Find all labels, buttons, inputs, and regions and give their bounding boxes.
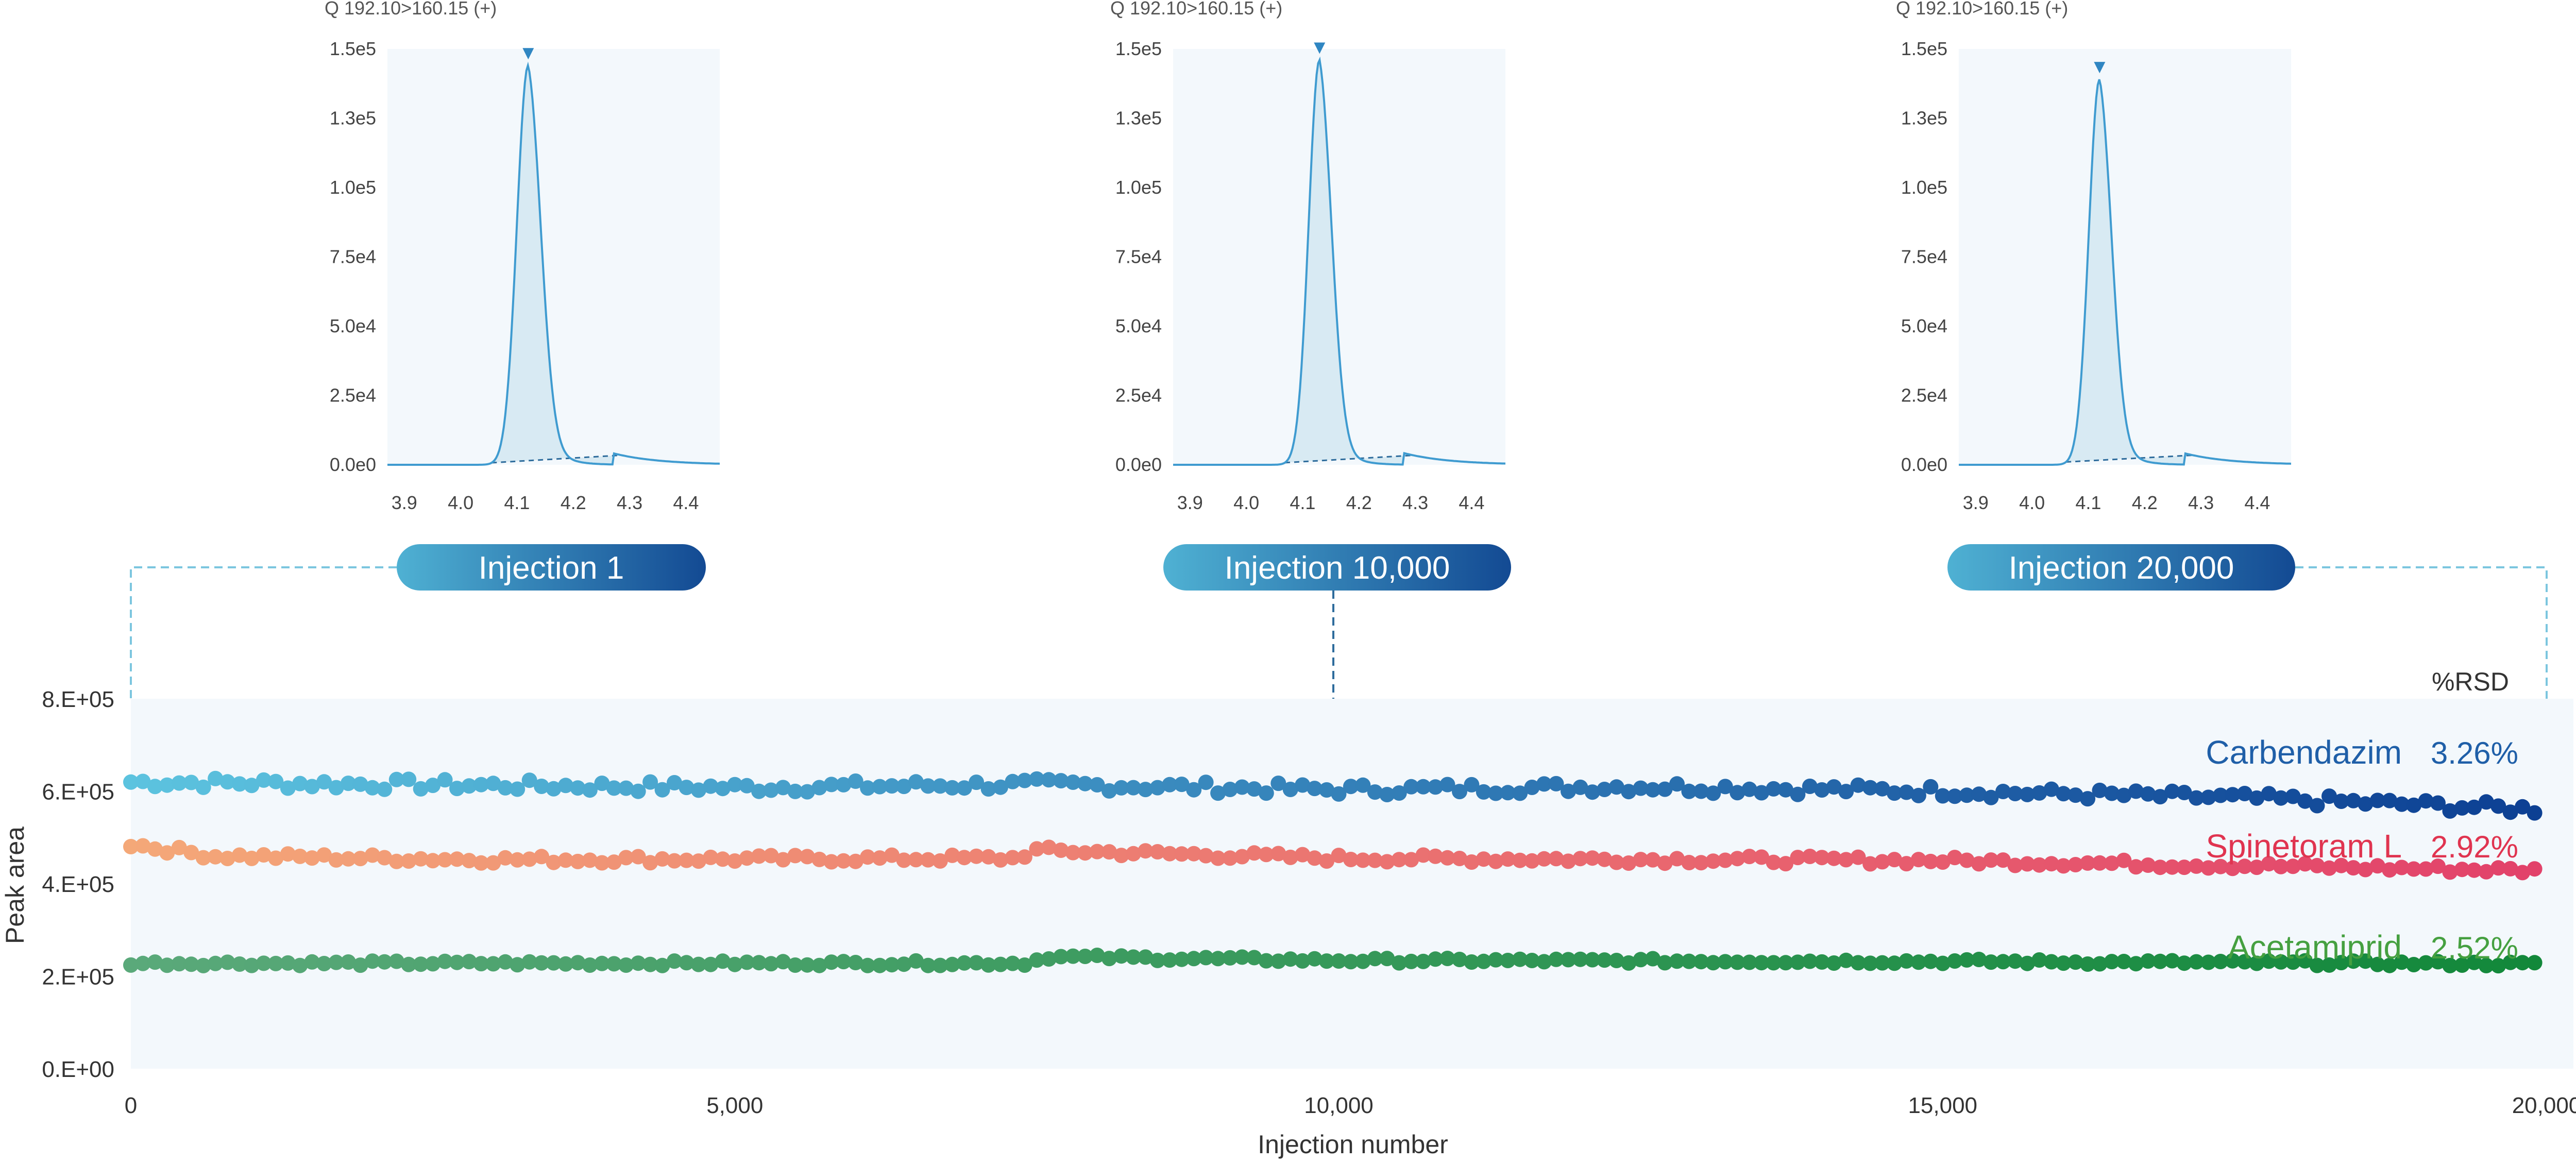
peak-area-scatter-chart: Peak area Injection number %RSD 0.E+00 2.… <box>1 667 2576 1159</box>
series-name-label: Carbendazim <box>2206 734 2402 771</box>
chromatogram-y-tick-label: 7.5e4 <box>330 246 376 267</box>
data-point <box>377 781 393 797</box>
chromatogram-x-tick-label: 4.0 <box>448 492 473 513</box>
chromatogram-y-tick-label: 1.0e5 <box>330 177 376 198</box>
y-tick-label: 6.E+05 <box>42 780 114 805</box>
injection-label-text: Injection 10,000 <box>1225 550 1450 586</box>
x-tick-label: 15,000 <box>1908 1093 1977 1118</box>
chromatogram-y-tick-label: 7.5e4 <box>1115 246 1162 267</box>
injection-labels: Injection 1 Injection 10,000 Injection 20,… <box>397 544 2295 591</box>
injection-label-text: Injection 1 <box>479 550 624 586</box>
chromatogram-y-tick-label: 1.3e5 <box>1901 108 1947 129</box>
chromatogram-x-tick-label: 3.9 <box>1177 492 1203 513</box>
chromatogram-x-tick-label: 4.1 <box>504 492 530 513</box>
chromatogram-injection-20000: Q 192.10>160.15 (+) 0.0e0 2.5e4 5.0e4 7.5e4… <box>1896 0 2292 513</box>
chromatogram-x-tick-label: 4.2 <box>561 492 586 513</box>
chromatogram-x-tick-label: 4.4 <box>673 492 699 513</box>
figure: Q 192.10>160.15 (+) 0.0e0 2.5e4 5.0e4 7.5e4… <box>1 0 2576 1159</box>
rsd-header: %RSD <box>2432 667 2509 696</box>
chromatogram-y-tick-label: 1.3e5 <box>330 108 376 129</box>
chromatogram-x-tick-label: 4.0 <box>2019 492 2045 513</box>
chromatogram-x-tick-label: 4.4 <box>1459 492 1484 513</box>
chromatogram-injection-10000: Q 192.10>160.15 (+) 0.0e0 2.5e4 5.0e4 7.5e4… <box>1110 0 1506 513</box>
chromatogram-x-tick-label: 4.2 <box>1346 492 1372 513</box>
series-name-label: Acetamiprid <box>2228 929 2402 966</box>
connector-injection-1 <box>130 566 397 699</box>
data-point <box>2527 805 2543 821</box>
y-tick-label: 2.E+05 <box>42 965 114 990</box>
chromatogram-x-tick-label: 4.3 <box>2188 492 2214 513</box>
chromatogram-y-tick-label: 2.5e4 <box>1901 385 1947 406</box>
chromatogram-title: Q 192.10>160.15 (+) <box>325 0 497 19</box>
chromatogram-x-tick-label: 4.2 <box>2132 492 2158 513</box>
data-point <box>1198 774 1214 790</box>
series-rsd-value: 2.52% <box>2431 931 2518 965</box>
chromatogram-y-tick-label: 5.0e4 <box>1115 315 1162 336</box>
chromatogram-x-tick-label: 4.3 <box>1402 492 1428 513</box>
chromatogram-y-tick-label: 1.0e5 <box>1901 177 1947 198</box>
chromatogram-x-tick-label: 3.9 <box>1963 492 1989 513</box>
chromatogram-y-tick-label: 0.0e0 <box>1901 454 1947 475</box>
chromatogram-x-tick-label: 4.1 <box>1290 492 1315 513</box>
chromatogram-x-tick-label: 3.9 <box>392 492 417 513</box>
chromatogram-y-tick-label: 5.0e4 <box>1901 315 1947 336</box>
y-tick-label: 8.E+05 <box>42 687 114 712</box>
chromatogram-y-tick-label: 5.0e4 <box>330 315 376 336</box>
chromatogram-plot-area <box>1959 49 2291 465</box>
data-point <box>2527 955 2543 971</box>
injection-label-text: Injection 20,000 <box>2009 550 2234 586</box>
chromatogram-injection-1: Q 192.10>160.15 (+) 0.0e0 2.5e4 5.0e4 7.5e4… <box>325 0 720 513</box>
chromatogram-x-tick-label: 4.3 <box>617 492 642 513</box>
x-tick-label: 5,000 <box>706 1093 763 1118</box>
x-tick-label: 0 <box>125 1093 137 1118</box>
y-tick-label: 0.E+00 <box>42 1057 114 1082</box>
chromatogram-title: Q 192.10>160.15 (+) <box>1110 0 1282 19</box>
chromatogram-y-tick-label: 1.5e5 <box>1901 38 1947 59</box>
series-rsd-value: 2.92% <box>2431 830 2518 864</box>
data-point <box>2309 798 2325 814</box>
x-tick-label: 20,000 <box>2512 1093 2576 1118</box>
x-tick-label: 10,000 <box>1304 1093 1374 1118</box>
chromatogram-y-tick-label: 1.3e5 <box>1115 108 1162 129</box>
data-point <box>1258 785 1274 801</box>
y-tick-label: 4.E+05 <box>42 872 114 897</box>
data-point <box>401 771 417 787</box>
chromatogram-y-tick-label: 7.5e4 <box>1901 246 1947 267</box>
chromatogram-x-tick-label: 4.1 <box>2075 492 2101 513</box>
y-axis-title: Peak area <box>1 827 29 944</box>
chromatogram-y-tick-label: 0.0e0 <box>330 454 376 475</box>
series-name-label: Spinetoram L <box>2206 828 2402 865</box>
x-axis-title: Injection number <box>1258 1130 1448 1159</box>
chromatogram-y-tick-label: 1.5e5 <box>330 38 376 59</box>
data-point <box>2527 861 2543 877</box>
chromatogram-y-tick-label: 0.0e0 <box>1115 454 1162 475</box>
chromatogram-y-tick-label: 1.0e5 <box>1115 177 1162 198</box>
chromatogram-x-tick-label: 4.4 <box>2244 492 2270 513</box>
chromatogram-y-tick-label: 1.5e5 <box>1115 38 1162 59</box>
chromatogram-y-tick-label: 2.5e4 <box>330 385 376 406</box>
chromatogram-title: Q 192.10>160.15 (+) <box>1896 0 2068 19</box>
series-rsd-value: 3.26% <box>2431 736 2518 770</box>
chromatogram-x-tick-label: 4.0 <box>1233 492 1259 513</box>
chromatogram-y-tick-label: 2.5e4 <box>1115 385 1162 406</box>
